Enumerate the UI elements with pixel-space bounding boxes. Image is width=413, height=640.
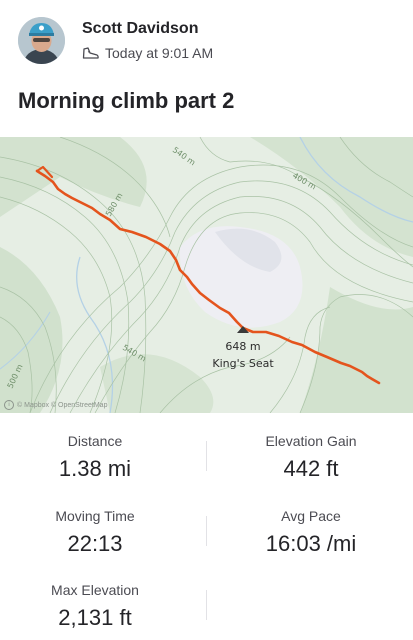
stat-elevation-gain: Elevation Gain 442 ft xyxy=(216,433,406,482)
hiking-shoe-icon xyxy=(82,46,99,59)
stat-value: 442 ft xyxy=(283,456,339,481)
stat-divider xyxy=(206,516,207,546)
activity-meta: Today at 9:01 AM xyxy=(82,45,213,61)
activity-header: Scott Davidson Today at 9:01 AM xyxy=(0,0,413,80)
stat-divider xyxy=(206,590,207,620)
stat-distance: Distance 1.38 mi xyxy=(0,433,190,482)
stat-divider xyxy=(206,441,207,471)
peak-name: King's Seat xyxy=(212,357,274,370)
stat-label: Elevation Gain xyxy=(265,433,357,449)
stat-value: 2,131 ft xyxy=(58,605,132,630)
stat-label: Avg Pace xyxy=(281,508,341,524)
activity-timestamp: Today at 9:01 AM xyxy=(105,45,214,61)
stat-avg-pace: Avg Pace 16:03 /mi xyxy=(216,508,406,557)
stat-label: Max Elevation xyxy=(51,582,139,598)
stat-moving-time: Moving Time 22:13 xyxy=(0,508,190,557)
stat-max-elevation: Max Elevation 2,131 ft xyxy=(0,582,190,631)
stat-value: 22:13 xyxy=(67,531,123,556)
stat-label: Distance xyxy=(67,433,123,449)
peak-elevation: 648 m xyxy=(225,340,260,353)
athlete-name[interactable]: Scott Davidson xyxy=(82,20,198,38)
info-icon[interactable]: i xyxy=(4,400,14,410)
route-map[interactable]: 540 m 400 m 580 m 540 m 500 m 648 m King… xyxy=(0,137,413,413)
stats-grid: Distance 1.38 mi Elevation Gain 442 ft M… xyxy=(0,413,413,640)
avatar[interactable] xyxy=(18,17,65,64)
stat-value: 16:03 /mi xyxy=(265,531,357,556)
stat-label: Moving Time xyxy=(55,508,135,524)
stat-value: 1.38 mi xyxy=(58,456,132,481)
activity-title[interactable]: Morning climb part 2 xyxy=(18,88,234,114)
map-attribution[interactable]: i © Mapbox © OpenStreetMap xyxy=(4,400,107,410)
